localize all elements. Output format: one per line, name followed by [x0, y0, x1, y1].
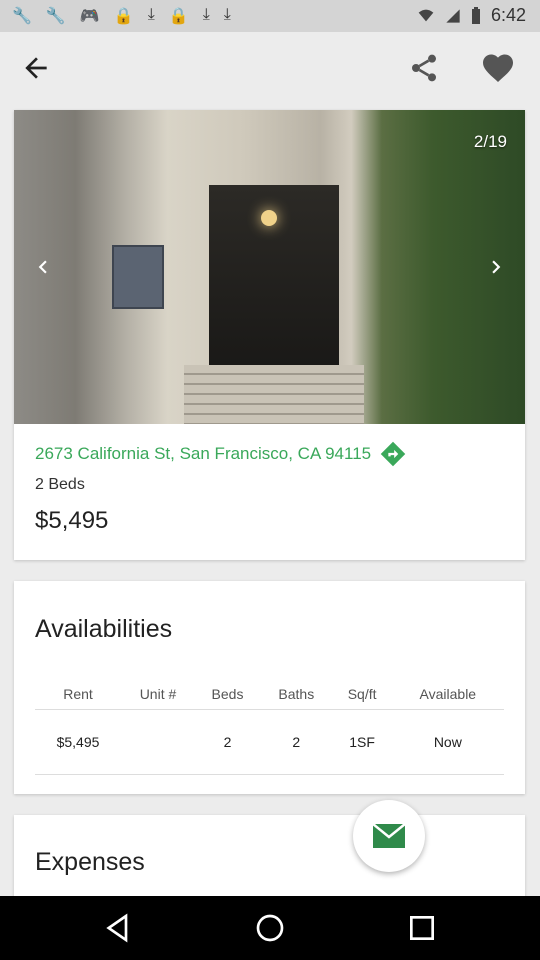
address-plaque [112, 245, 164, 309]
notification-icons: 🔧 🔧 🎮 🔒 ⤓ 🔒 ⤓ ⤓ [12, 6, 231, 26]
wrench-icon: 🔧 [45, 8, 66, 25]
system-nav-bar [0, 896, 540, 960]
column-header-unit: Unit # [120, 679, 195, 710]
signal-icon [446, 8, 460, 23]
listing-beds: 2 Beds [35, 476, 85, 493]
arrow-back-icon[interactable] [20, 52, 52, 84]
section-title: Availabilities [35, 615, 173, 643]
column-header-baths: Baths [260, 679, 333, 710]
entry-stairs [184, 365, 364, 424]
availability-table: Rent Unit # Beds Baths Sq/ft Available $… [35, 679, 504, 775]
availabilities-card: Availabilities Rent Unit # Beds Baths Sq… [14, 581, 525, 794]
column-header-available: Available [391, 679, 504, 710]
download-icon: ⤓ [223, 6, 231, 23]
expenses-card: Expenses [14, 815, 525, 905]
cell-rent: $5,495 [35, 709, 121, 775]
address-row[interactable]: 2673 California St, San Francisco, CA 94… [35, 440, 407, 468]
listing-address[interactable]: 2673 California St, San Francisco, CA 94… [35, 444, 371, 464]
wifi-icon [418, 9, 434, 21]
share-icon[interactable] [408, 52, 440, 84]
listing-card: 2/19 2673 California St, San Francisco, … [14, 110, 525, 560]
heart-icon[interactable] [480, 50, 516, 86]
clock: 6:42 [490, 5, 526, 25]
cell-sqft: 1SF [332, 709, 392, 775]
table-row[interactable]: $5,495 2 2 1SF Now [35, 709, 504, 775]
lock-icon: 🔒 [168, 8, 189, 25]
directions-icon[interactable] [379, 440, 407, 468]
status-bar: 🔧 🔧 🎮 🔒 ⤓ 🔒 ⤓ ⤓ 6:42 [0, 0, 540, 32]
gamepad-icon: 🎮 [79, 8, 100, 25]
app-bar [0, 32, 540, 104]
battery-icon [471, 6, 480, 24]
nav-home-icon[interactable] [254, 912, 286, 944]
photo-counter: 2/19 [473, 132, 507, 151]
porch-lamp [261, 210, 277, 226]
chevron-left-icon[interactable] [30, 254, 56, 280]
mail-icon [372, 823, 406, 848]
chevron-right-icon[interactable] [483, 254, 509, 280]
listing-photo[interactable]: 2/19 [14, 110, 525, 424]
column-header-rent: Rent [35, 679, 121, 710]
wrench-icon: 🔧 [12, 8, 32, 25]
system-icons: 6:42 [417, 5, 526, 26]
cell-beds: 2 [194, 709, 261, 775]
lock-icon: 🔒 [113, 8, 134, 25]
cell-available: Now [391, 709, 504, 775]
download-icon: ⤓ [147, 6, 155, 23]
cell-baths: 2 [260, 709, 333, 775]
table-header-row: Rent Unit # Beds Baths Sq/ft Available [35, 679, 504, 710]
nav-recents-icon[interactable] [406, 912, 438, 944]
download-icon: ⤓ [202, 6, 210, 23]
section-title: Expenses [35, 848, 145, 876]
cell-unit [120, 709, 195, 775]
nav-back-icon[interactable] [102, 912, 134, 944]
email-button[interactable] [353, 800, 425, 872]
column-header-beds: Beds [194, 679, 261, 710]
listing-price: $5,495 [35, 507, 109, 534]
column-header-sqft: Sq/ft [332, 679, 392, 710]
